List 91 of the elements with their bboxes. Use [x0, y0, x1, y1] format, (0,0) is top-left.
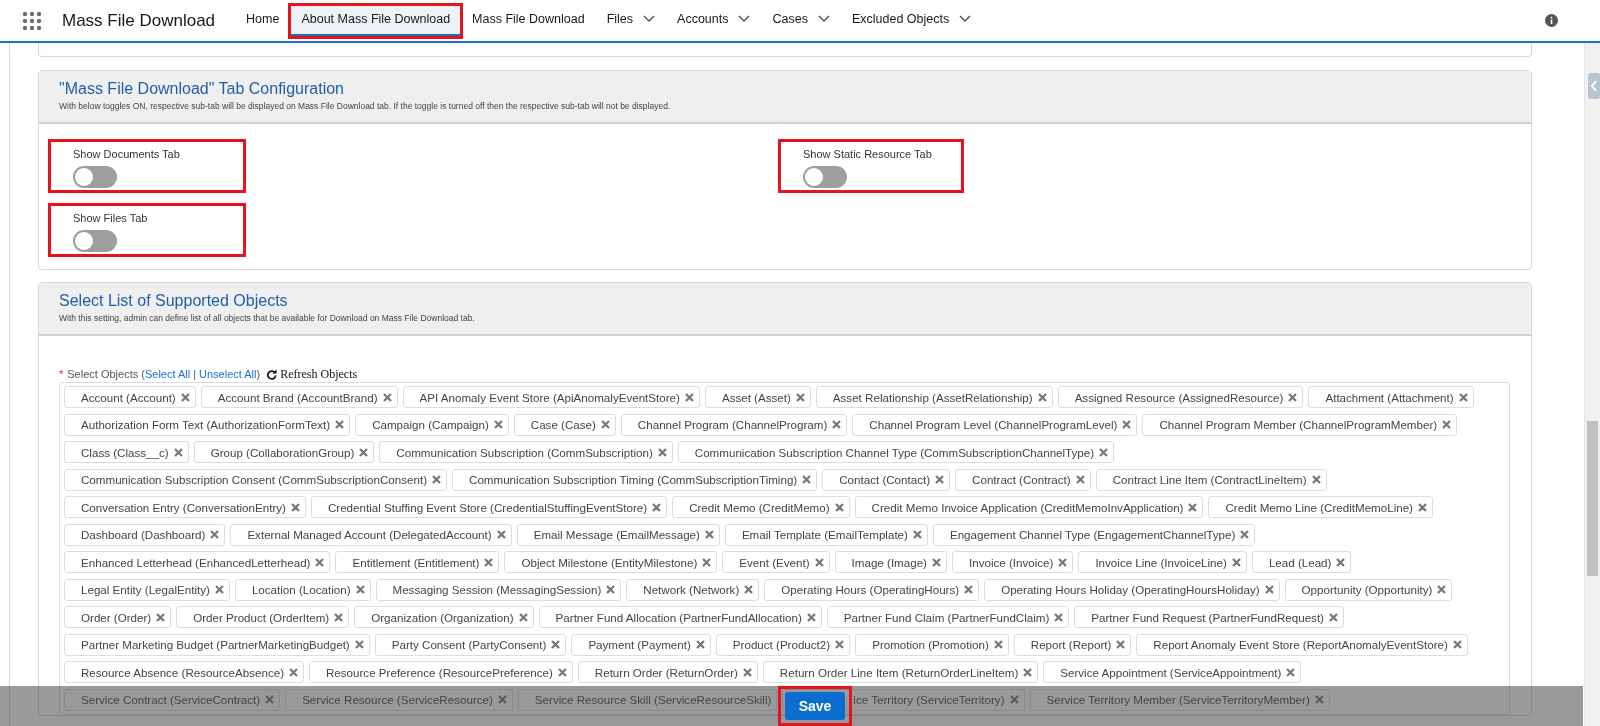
section-title: Select List of Supported Objects	[59, 292, 289, 310]
required-mark: *	[59, 368, 64, 380]
object-pill: Account Brand (AccountBrand)	[200, 386, 398, 408]
object-pill: Channel Program Member (ChannelProgramMember)	[1142, 413, 1458, 436]
object-pill: Assigned Resource (AssignedResource)	[1057, 386, 1304, 408]
object-pill: Credit Memo Line (CreditMemoLine)	[1208, 496, 1433, 518]
object-pill: External Managed Account (DelegatedAccount)	[230, 523, 512, 546]
object-pill: Service Territory Member (ServiceTerritoryMember)	[1029, 688, 1330, 711]
object-pill: Communication Subscription Consent (CommSubscriptionConsent)	[64, 468, 448, 491]
object-pill: Campaign (Campaign)	[355, 413, 509, 436]
object-pill: Channel Program (ChannelProgram)	[620, 413, 848, 436]
object-pill: Account (Account)	[64, 386, 196, 408]
object-pill: Contact (Contact)	[822, 468, 951, 491]
object-pill: Authorization Form Text (AuthorizationFormText)	[64, 413, 351, 436]
object-pill: Contract (Contract)	[955, 468, 1091, 491]
object-pill: Report (Report)	[1013, 633, 1132, 656]
section-description: With below toggles ON, respective sub-tab will be displayed on Mass File Download tab. If the toggle is turned off then the respective sub-tab will not be displayed.	[59, 101, 672, 111]
object-pill: Conversation Entry (ConversationEntry)	[64, 496, 306, 518]
object-pill: Partner Fund Claim (PartnerFundClaim)	[826, 606, 1070, 628]
separator: |	[193, 368, 197, 380]
object-pill: Order Product (OrderItem)	[176, 606, 350, 628]
toggle-label: Show Files Tab	[73, 212, 149, 224]
object-pill: Opportunity (Opportunity)	[1284, 578, 1453, 601]
object-pill: Partner Marketing Budget (PartnerMarketingBudget)	[64, 633, 370, 656]
object-pill: Operating Hours Holiday (OperatingHoursHoliday)	[984, 578, 1280, 601]
object-pill: Partner Fund Request (PartnerFundRequest)	[1074, 606, 1344, 628]
object-pill: Service Appointment (ServiceAppointment)	[1043, 661, 1302, 683]
object-pill: Resource Absence (ResourceAbsence)	[64, 661, 304, 683]
nav-tab[interactable]: Cases	[761, 4, 841, 37]
object-pill: Operating Hours (OperatingHours)	[764, 578, 980, 601]
section-description: With this setting, admin can define list of all objects that be available for Download on Mass File Download tab.	[59, 313, 476, 323]
object-pill: Email Template (EmailTemplate)	[724, 523, 928, 546]
nav-tab[interactable]: Files	[595, 4, 667, 37]
object-pill: Resource Preference (ResourcePreference)	[309, 661, 573, 683]
object-pill: Contract Line Item (ContractLineItem)	[1095, 468, 1327, 491]
object-pill: Return Order (ReturnOrder)	[577, 661, 758, 683]
object-pill: Case (Case)	[513, 413, 616, 436]
nav-tab[interactable]: Accounts	[666, 4, 762, 37]
toggle-label: Show Documents Tab	[73, 148, 181, 160]
object-pill: Asset (Asset)	[704, 386, 811, 408]
object-pill: API Anomaly Event Store (ApiAnomalyEventStore)	[402, 386, 700, 408]
object-pill: Report Anomaly Event Store (ReportAnomalyEventStore)	[1136, 633, 1468, 656]
object-pill: Communication Subscription Timing (CommSubscriptionTiming)	[452, 468, 818, 491]
object-pill: Enhanced Letterhead (EnhancedLetterhead)	[64, 551, 331, 573]
nav-tab[interactable]: Mass File Download	[461, 4, 596, 37]
field-label: )	[256, 368, 261, 380]
object-pill: Product (Product2)	[715, 633, 851, 656]
object-pill: Event (Event)	[722, 551, 830, 573]
nav-tab[interactable]: About Mass File Download	[290, 4, 462, 37]
object-pill: Network (Network)	[626, 578, 760, 601]
object-pill: Location (Location)	[234, 578, 371, 601]
object-pill: Service Resource Skill (ServiceResourceSkill)	[517, 688, 778, 711]
object-pill: Credit Memo Invoice Application (CreditMemoInvApplication)	[854, 496, 1204, 518]
object-pill: Email Message (EmailMessage)	[516, 523, 720, 546]
object-pill: Channel Program Level (ChannelProgramLevel)	[852, 413, 1138, 436]
unselect-all-link[interactable]: Unselect All	[199, 368, 257, 380]
object-pill: Return Order Line Item (ReturnOrderLineItem)	[762, 661, 1039, 683]
object-pill: Partner Fund Allocation (PartnerFundAllocation)	[538, 606, 822, 628]
object-pill: Service Contract (ServiceContract)	[64, 688, 281, 711]
object-pill: Attachment (Attachment)	[1308, 386, 1474, 408]
object-pill: Dashboard (Dashboard)	[64, 523, 226, 546]
object-pill: Legal Entity (LegalEntity)	[64, 578, 230, 601]
object-pill: Organization (Organization)	[354, 606, 534, 628]
object-pill: Invoice (Invoice)	[951, 551, 1074, 573]
save-button[interactable]: Save	[784, 692, 846, 720]
object-pill: Object Milestone (EntityMilestone)	[504, 551, 718, 573]
nav-tab[interactable]: Home	[235, 4, 291, 37]
object-pill: Invoice Line (InvoiceLine)	[1078, 551, 1247, 573]
object-pill: Payment (Payment)	[571, 633, 711, 656]
object-pill: Service Resource (ServiceResource)	[285, 688, 513, 711]
object-pill: Communication Subscription Channel Type (CommSubscriptionChannelType)	[677, 441, 1115, 463]
field-label: Select Objects (	[67, 368, 145, 380]
object-pill: Engagement Channel Type (EngagementChannelType)	[932, 523, 1256, 546]
object-pill: Party Consent (PartyConsent)	[374, 633, 567, 656]
app-title: Mass File Download	[62, 10, 216, 31]
object-pill: Messaging Session (MessagingSession)	[375, 578, 622, 601]
toggle-label: Show Static Resource Tab	[803, 148, 933, 160]
object-pill: Lead (Lead)	[1251, 551, 1352, 573]
object-pill: Promotion (Promotion)	[855, 633, 1009, 656]
object-pill: Entitlement (Entitlement)	[335, 551, 500, 573]
object-pill: Class (Class__c)	[64, 441, 189, 463]
nav-tab[interactable]: Excluded Objects	[840, 4, 983, 37]
object-pill: Group (CollaborationGroup)	[193, 441, 375, 463]
object-pill: Image (Image)	[834, 551, 947, 573]
object-pill: Communication Subscription (CommSubscription)	[379, 441, 673, 463]
object-pill: Asset Relationship (AssetRelationship)	[815, 386, 1053, 408]
section-title: "Mass File Download" Tab Configuration	[59, 80, 345, 98]
object-pill: Credit Memo (CreditMemo)	[672, 496, 850, 518]
object-pill: Order (Order)	[64, 606, 172, 628]
refresh-button[interactable]: Refresh Objects	[266, 366, 358, 382]
object-pill: Credential Stuffing Event Store (CredentialStuffingEventStore)	[310, 496, 668, 518]
